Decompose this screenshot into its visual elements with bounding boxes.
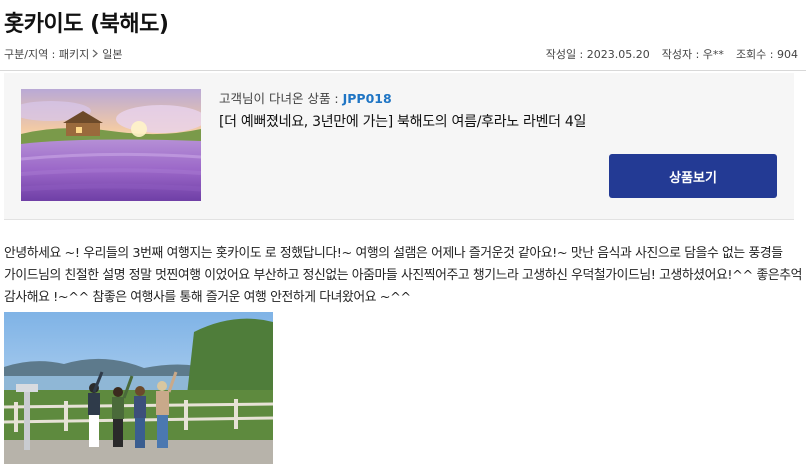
chevron-right-icon: [92, 48, 99, 61]
divider: [0, 70, 806, 71]
category-label: 구분/지역 : 패키지: [4, 48, 90, 61]
post-info: 작성일 : 2023.05.20 작성자 : 우** 조회수 : 904: [546, 46, 798, 62]
product-box: 고객님이 다녀온 상품 : JPP018 [더 예뻐졌네요, 3년만에 가는] …: [4, 73, 794, 220]
view-count: 조회수 : 904: [735, 48, 798, 61]
post-date: 작성일 : 2023.05.20: [545, 48, 650, 61]
meta-row: 구분/지역 : 패키지 일본 작성일 : 2023.05.20 작성자 : 우*…: [4, 45, 798, 63]
region-label: 일본: [102, 48, 123, 61]
review-text: 안녕하세요 ~! 우리들의 3번째 여행지는 홋카이도 로 정했답니다!~ 여행…: [4, 246, 802, 305]
view-product-button[interactable]: 상품보기: [609, 154, 777, 198]
product-thumbnail[interactable]: [21, 89, 201, 201]
post-author: 작성자 : 우**: [661, 48, 724, 61]
visited-product-label: 고객님이 다녀온 상품 : JPP018: [219, 88, 392, 107]
visited-product-prefix: 고객님이 다녀온 상품 :: [219, 91, 343, 106]
product-code[interactable]: JPP018: [343, 91, 392, 106]
product-title[interactable]: [더 예뻐졌네요, 3년만에 가는] 북해도의 여름/후라노 라벤더 4일: [219, 111, 586, 131]
breadcrumb: 구분/지역 : 패키지 일본: [4, 46, 123, 62]
page-title: 홋카이도 (북해도): [4, 12, 169, 37]
review-photo: [4, 312, 273, 464]
